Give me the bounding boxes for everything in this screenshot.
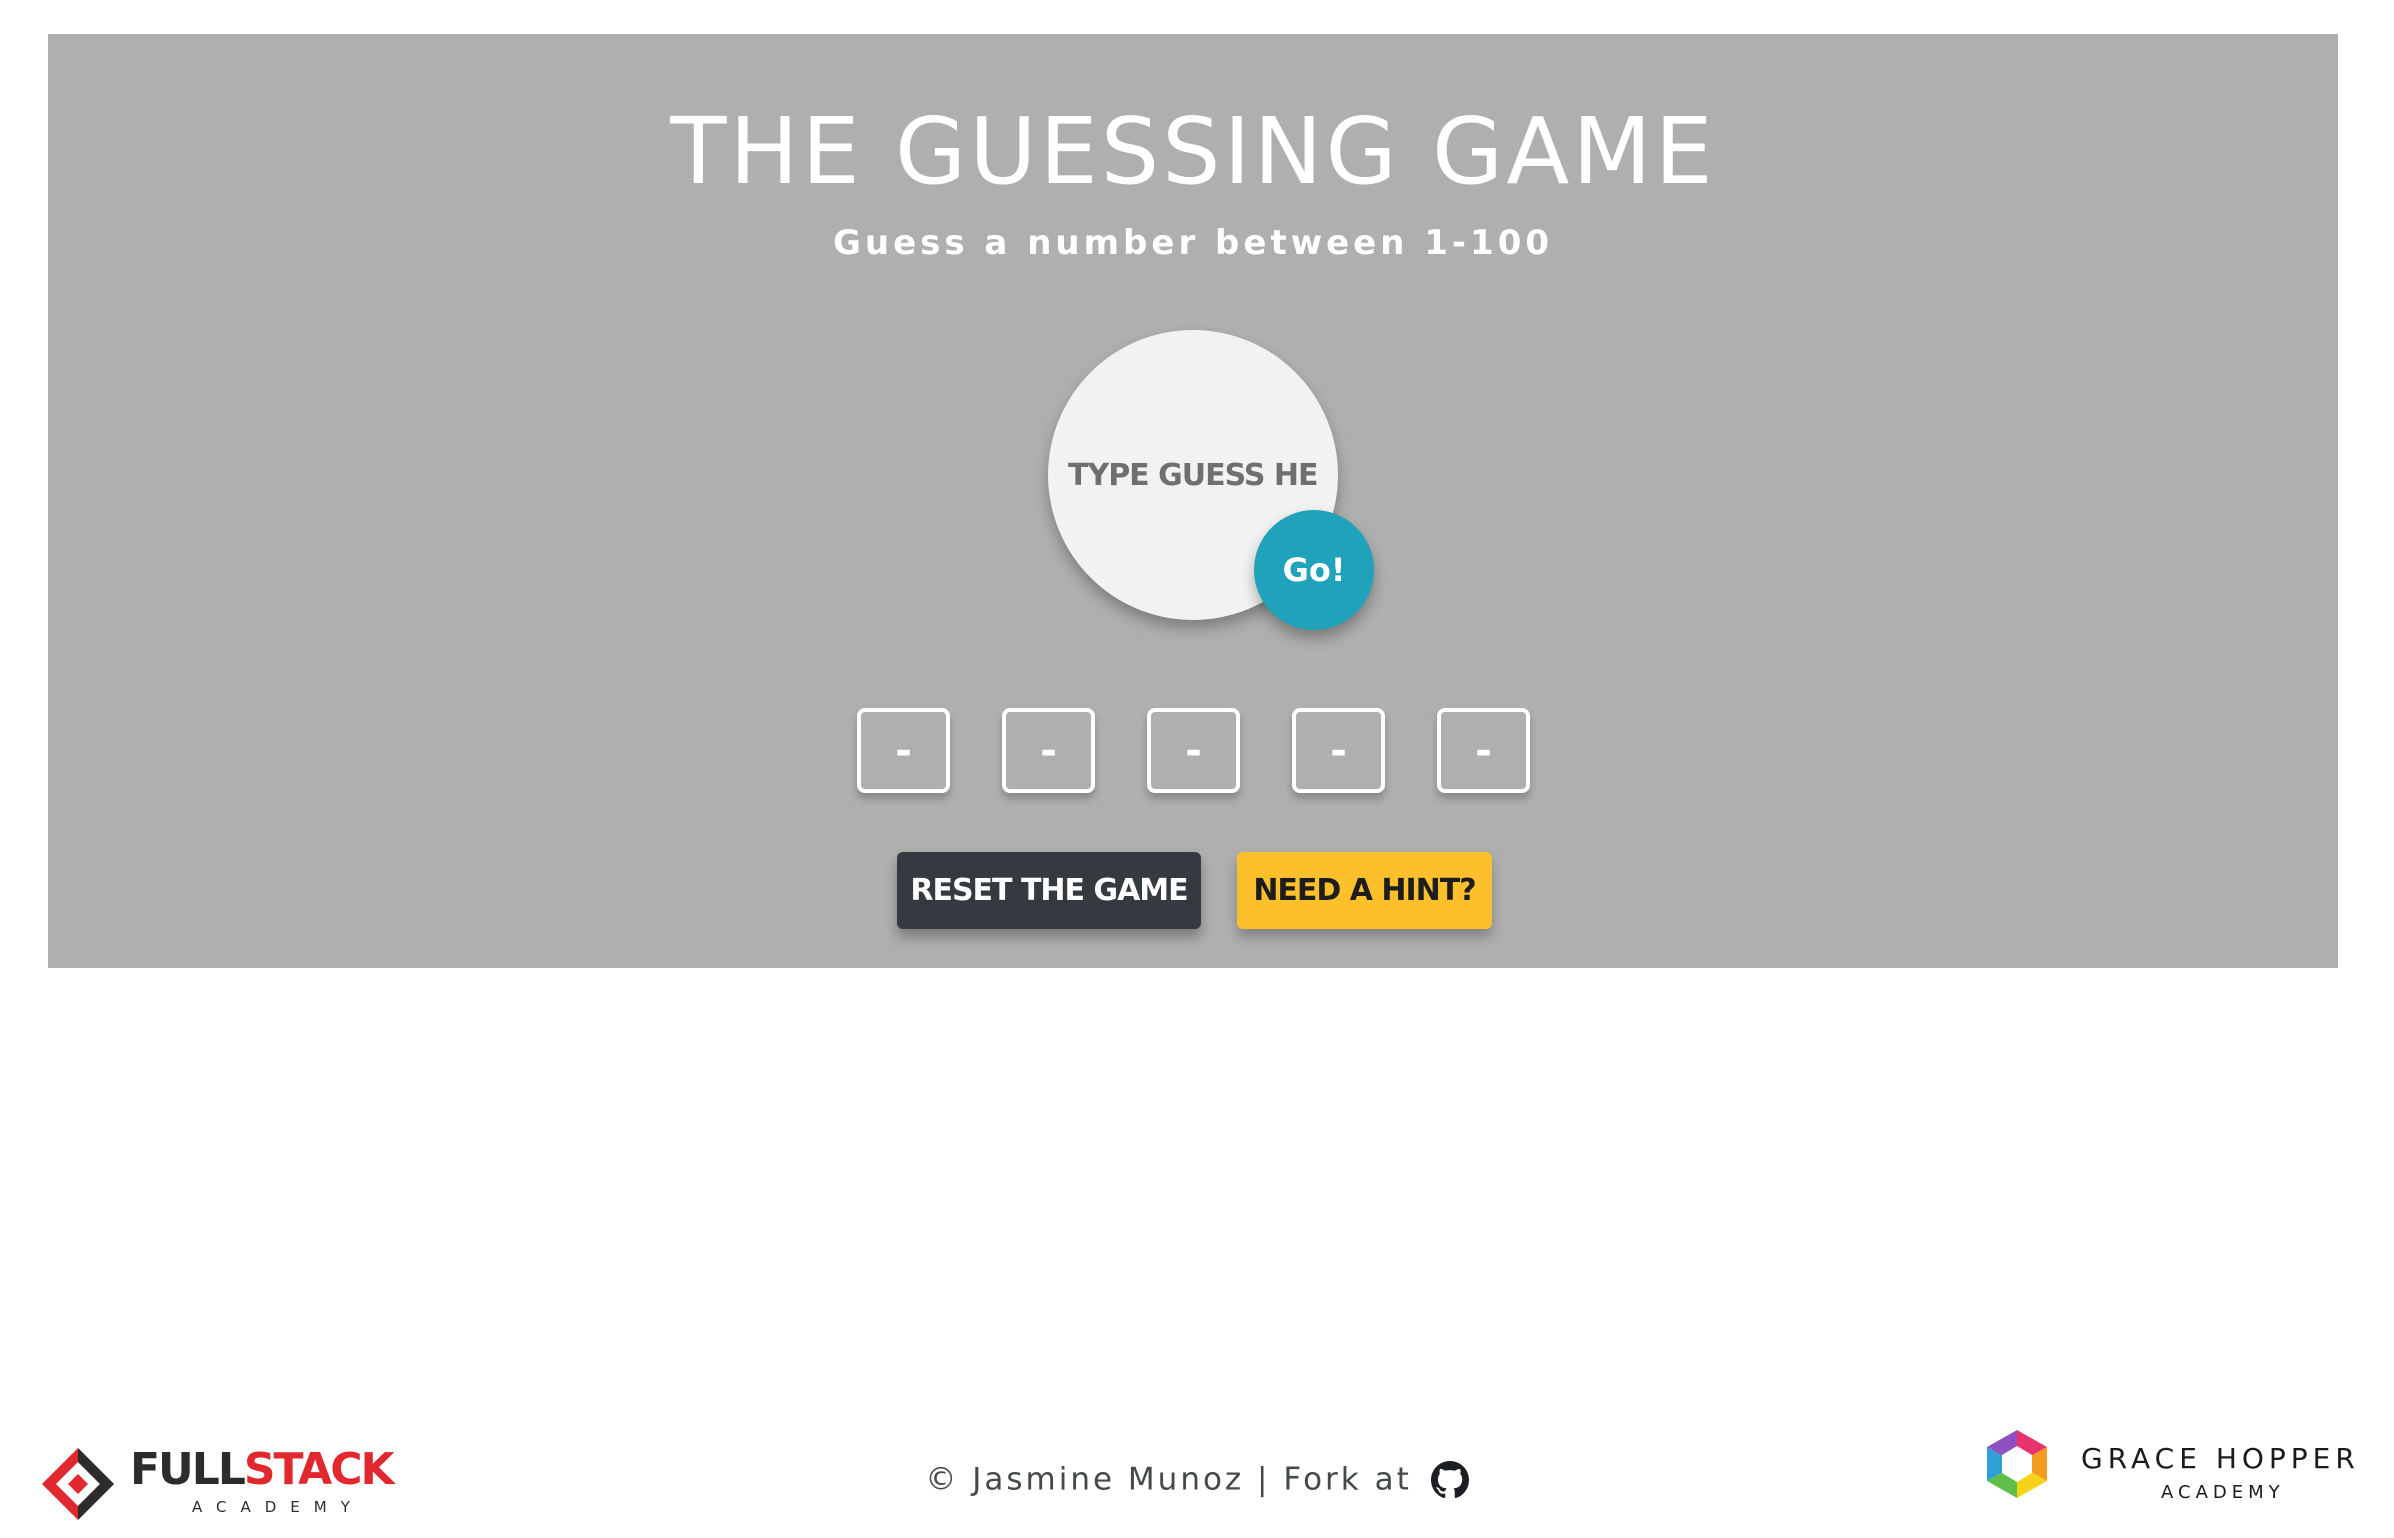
game-subtitle: Guess a number between 1-100 bbox=[832, 223, 1554, 263]
guess-slot: - bbox=[1002, 708, 1095, 793]
guess-slot: - bbox=[1437, 708, 1530, 793]
credit-text: © Jasmine Munoz | Fork at bbox=[925, 1461, 1412, 1498]
github-icon[interactable] bbox=[1430, 1460, 1469, 1499]
guess-slot: - bbox=[1292, 708, 1385, 793]
guess-slot: - bbox=[857, 708, 950, 793]
go-button[interactable]: Go! bbox=[1254, 510, 1374, 630]
grace-hopper-academy-logo[interactable]: GRACE HOPPER ACADEMY bbox=[1985, 1428, 2375, 1508]
page-title: THE GUESSING GAME bbox=[670, 98, 1716, 205]
hint-button[interactable]: NEED A HINT? bbox=[1237, 852, 1492, 929]
grace-hopper-sub: ACADEMY bbox=[2161, 1482, 2285, 1503]
footer: FULLSTACK ACADEMY © Jasmine Munoz | Fork… bbox=[0, 1420, 2394, 1538]
guess-slot: - bbox=[1147, 708, 1240, 793]
fullstack-academy-sub: ACADEMY bbox=[192, 1498, 364, 1516]
game-panel: THE GUESSING GAME Guess a number between… bbox=[48, 34, 2338, 968]
guess-history-list: - - - - - bbox=[857, 708, 1530, 793]
reset-game-button[interactable]: RESET THE GAME bbox=[897, 852, 1201, 929]
guess-input[interactable] bbox=[1066, 456, 1320, 494]
grace-hopper-title: GRACE HOPPER bbox=[2081, 1442, 2360, 1475]
hexagon-logo-icon bbox=[1987, 1430, 2047, 1498]
